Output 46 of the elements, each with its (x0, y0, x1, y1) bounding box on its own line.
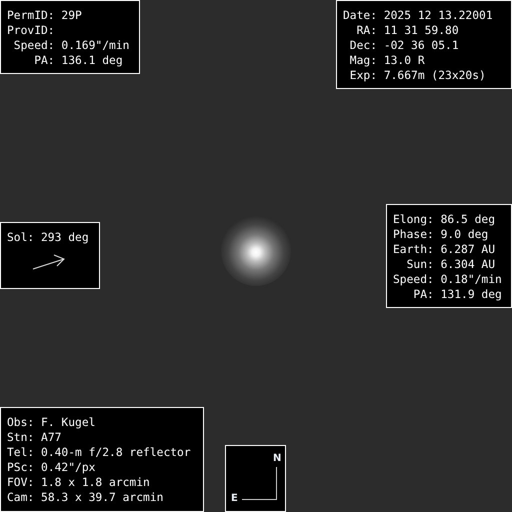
field-label: Elong: (393, 212, 434, 227)
compass-lines-icon (242, 467, 278, 501)
field-label: Earth: (393, 242, 434, 257)
field-value: 6.304 AU (440, 257, 496, 272)
field-value: 0.18"/min (440, 272, 502, 287)
field-label: Sun: (406, 257, 434, 272)
field-value: 0.42"/px (41, 460, 96, 475)
field-value: F. Kugel (41, 415, 96, 430)
field-value: 0.40-m f/2.8 reflector (41, 445, 191, 460)
field-value: A77 (41, 430, 62, 445)
field-label: PA: (412, 287, 434, 302)
field-value: 13.0 R (384, 53, 426, 68)
field-label: PSc: (7, 460, 34, 475)
field-label: Exp: (348, 68, 378, 83)
field-label: Dec: (348, 38, 378, 53)
field-label: RA: (356, 23, 378, 38)
field-value: 11 31 59.80 (384, 23, 460, 38)
field-value: 131.9 deg (440, 287, 502, 302)
east-label: E (231, 493, 238, 505)
field-label: Speed: (12, 38, 55, 53)
field-value: 9.0 deg (440, 227, 490, 242)
north-label: N (273, 453, 282, 465)
field-value: 6.287 AU (440, 242, 496, 257)
field-value: 7.667m (23x20s) (384, 68, 487, 83)
field-label: ProvID: (7, 23, 55, 38)
field-value: 0.169"/min (61, 38, 130, 53)
field-label: PermID: (7, 8, 55, 23)
field-label: Stn: (7, 430, 34, 445)
field-value: 136.1 deg (61, 53, 124, 68)
field-label: Speed: (393, 272, 434, 287)
field-label: Obs: (7, 415, 34, 430)
field-value: 86.5 deg (440, 212, 496, 227)
field-label: Date: (343, 8, 378, 23)
field-label: PA: (33, 53, 55, 68)
field-label: Tel: (7, 445, 34, 460)
field-value: 1.8 x 1.8 arcmin (41, 475, 151, 490)
field-value: -02 36 05.1 (384, 38, 460, 53)
field-value: 29P (61, 8, 83, 23)
field-label: Mag: (348, 53, 378, 68)
sun-direction-arrow-icon (32, 254, 66, 270)
field-label: Phase: (393, 227, 434, 242)
field-label: FOV: (7, 475, 34, 490)
field-value: 2025 12 13.22001 (384, 8, 493, 23)
field-label: Cam: (7, 490, 34, 505)
sol-label: Sol: 293 deg (6, 230, 90, 245)
field-value: 58.3 x 39.7 arcmin (41, 490, 164, 505)
